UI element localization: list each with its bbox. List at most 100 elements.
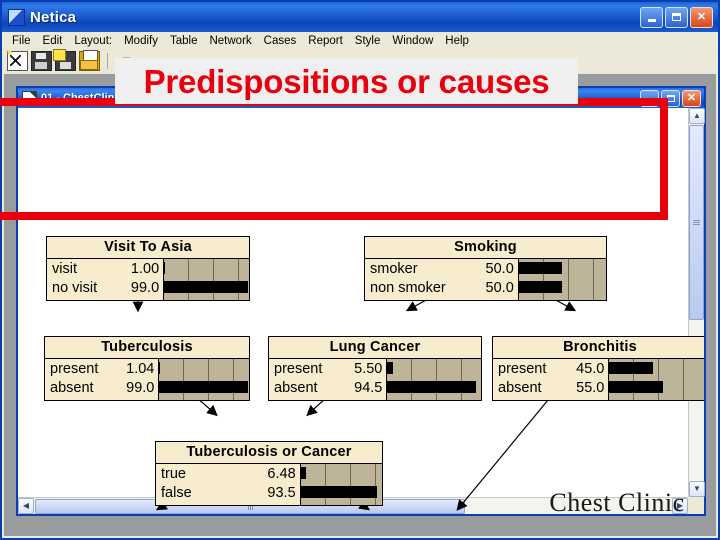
chevron-up-icon: ▲ bbox=[693, 111, 701, 120]
state-value: 99.0 bbox=[126, 380, 155, 396]
state-label: absent bbox=[50, 380, 94, 396]
node-belief-bars bbox=[158, 359, 249, 400]
state-label: absent bbox=[274, 380, 318, 396]
node-state-values: 50.0 50.0 bbox=[446, 259, 518, 300]
menu-item-window[interactable]: Window bbox=[386, 34, 439, 48]
open-folder-icon[interactable] bbox=[79, 50, 100, 71]
window-controls: ✕ bbox=[640, 6, 715, 28]
menu-item-table[interactable]: Table bbox=[164, 34, 204, 48]
state-value: 50.0 bbox=[485, 280, 514, 296]
state-label: false bbox=[161, 485, 192, 501]
node-title: Tuberculosis or Cancer bbox=[156, 442, 382, 464]
node-state-labels: present absent bbox=[45, 359, 98, 400]
belief-bar-track bbox=[300, 464, 382, 483]
menu-item-file[interactable]: File bbox=[6, 34, 37, 48]
node-state-labels: present absent bbox=[493, 359, 546, 400]
menu-item-modify[interactable]: Modify bbox=[118, 34, 164, 48]
node-title: Lung Cancer bbox=[269, 337, 481, 359]
state-value: 50.0 bbox=[485, 261, 514, 277]
close-button[interactable]: ✕ bbox=[690, 6, 713, 28]
node-belief-bars bbox=[517, 259, 606, 300]
node-belief-bars bbox=[608, 359, 704, 400]
belief-bar-track bbox=[387, 359, 481, 378]
node-tuberculosis[interactable]: Tuberculosis present absent 1.04 99.0 bbox=[44, 336, 250, 401]
belief-bar bbox=[609, 362, 654, 374]
menu-item-edit[interactable]: Edit bbox=[37, 34, 69, 48]
node-state-labels: present absent bbox=[269, 359, 322, 400]
belief-bar bbox=[164, 281, 249, 293]
close-icon: ✕ bbox=[696, 10, 707, 23]
state-value: 94.5 bbox=[354, 380, 383, 396]
node-state-labels: smoker non smoker bbox=[365, 259, 446, 300]
menu-item-report[interactable]: Report bbox=[302, 34, 349, 48]
belief-bar-track bbox=[164, 259, 249, 278]
annotation-highlight-box bbox=[0, 98, 668, 220]
annotation-callout: Predispositions or causes bbox=[115, 58, 578, 104]
belief-bar bbox=[518, 281, 563, 293]
node-smoking[interactable]: Smoking smoker non smoker 50.0 50.0 bbox=[364, 236, 607, 301]
menu-bar: File Edit Layout: Modify Table Network C… bbox=[2, 32, 718, 50]
vertical-scrollbar[interactable]: ▲ ▼ bbox=[688, 108, 705, 497]
node-title: Smoking bbox=[365, 237, 606, 259]
node-visit-to-asia[interactable]: Visit To Asia visit no visit 1.00 99.0 bbox=[46, 236, 250, 301]
node-state-labels: visit no visit bbox=[47, 259, 97, 300]
belief-bar-track bbox=[387, 378, 481, 397]
state-value: 55.0 bbox=[576, 380, 605, 396]
vertical-scrollbar-thumb[interactable] bbox=[689, 125, 704, 320]
maximize-button[interactable] bbox=[665, 6, 688, 28]
doc-close-button[interactable]: ✕ bbox=[682, 89, 701, 107]
belief-bar-track bbox=[159, 378, 249, 397]
chest-clinic-watermark: Chest Clinic Distributed by Norsys Softw… bbox=[512, 489, 704, 514]
node-state-values: 45.0 55.0 bbox=[546, 359, 608, 400]
application-title: Netica bbox=[30, 8, 77, 26]
menu-item-cases[interactable]: Cases bbox=[258, 34, 303, 48]
state-label: visit bbox=[52, 261, 77, 277]
state-value: 5.50 bbox=[354, 361, 383, 377]
belief-bar-track bbox=[609, 359, 704, 378]
belief-bar-track bbox=[300, 483, 382, 502]
netica-application-window: Netica ✕ File Edit Layout: Modify Table … bbox=[0, 0, 720, 540]
chevron-left-icon: ◀ bbox=[22, 501, 30, 510]
state-value: 93.5 bbox=[267, 485, 296, 501]
node-state-labels: true false bbox=[156, 464, 192, 505]
node-body: present absent 45.0 55.0 bbox=[493, 359, 704, 400]
belief-bar bbox=[164, 262, 166, 274]
new-network-icon[interactable] bbox=[6, 49, 28, 71]
state-label: non smoker bbox=[370, 280, 446, 296]
node-lung-cancer[interactable]: Lung Cancer present absent 5.50 94.5 bbox=[268, 336, 482, 401]
node-state-values: 6.48 93.5 bbox=[192, 464, 300, 505]
state-label: present bbox=[498, 361, 547, 377]
node-bronchitis[interactable]: Bronchitis present absent 45.0 55.0 bbox=[492, 336, 704, 401]
state-label: true bbox=[161, 466, 186, 482]
toolbar-separator bbox=[107, 53, 108, 69]
belief-bar-track bbox=[518, 259, 606, 278]
scroll-left-icon[interactable]: ◀ bbox=[18, 498, 34, 514]
state-value: 6.48 bbox=[267, 466, 296, 482]
menu-item-layout[interactable]: Layout: bbox=[68, 34, 118, 48]
scroll-up-icon[interactable]: ▲ bbox=[689, 108, 705, 124]
minimize-button[interactable] bbox=[640, 6, 663, 28]
state-value: 1.04 bbox=[126, 361, 155, 377]
application-title-bar: Netica ✕ bbox=[2, 2, 718, 32]
node-belief-bars bbox=[386, 359, 481, 400]
state-value: 1.00 bbox=[130, 261, 160, 277]
belief-bar-track bbox=[518, 278, 606, 297]
node-state-values: 1.00 99.0 bbox=[97, 259, 163, 300]
state-label: present bbox=[274, 361, 323, 377]
node-state-values: 5.50 94.5 bbox=[322, 359, 386, 400]
maximize-icon bbox=[672, 13, 681, 21]
menu-item-network[interactable]: Network bbox=[203, 34, 257, 48]
belief-bar bbox=[609, 381, 664, 393]
node-title: Visit To Asia bbox=[47, 237, 249, 259]
node-body: present absent 5.50 94.5 bbox=[269, 359, 481, 400]
node-tuberculosis-or-cancer[interactable]: Tuberculosis or Cancer true false 6.48 9… bbox=[155, 441, 383, 506]
save-icon[interactable] bbox=[31, 51, 52, 71]
menu-item-help[interactable]: Help bbox=[439, 34, 475, 48]
close-icon: ✕ bbox=[686, 91, 697, 104]
belief-bar bbox=[300, 486, 377, 498]
save-all-icon[interactable] bbox=[53, 49, 76, 71]
netica-app-icon bbox=[8, 8, 25, 26]
state-label: present bbox=[50, 361, 99, 377]
menu-item-style[interactable]: Style bbox=[349, 34, 387, 48]
node-title: Bronchitis bbox=[493, 337, 704, 359]
